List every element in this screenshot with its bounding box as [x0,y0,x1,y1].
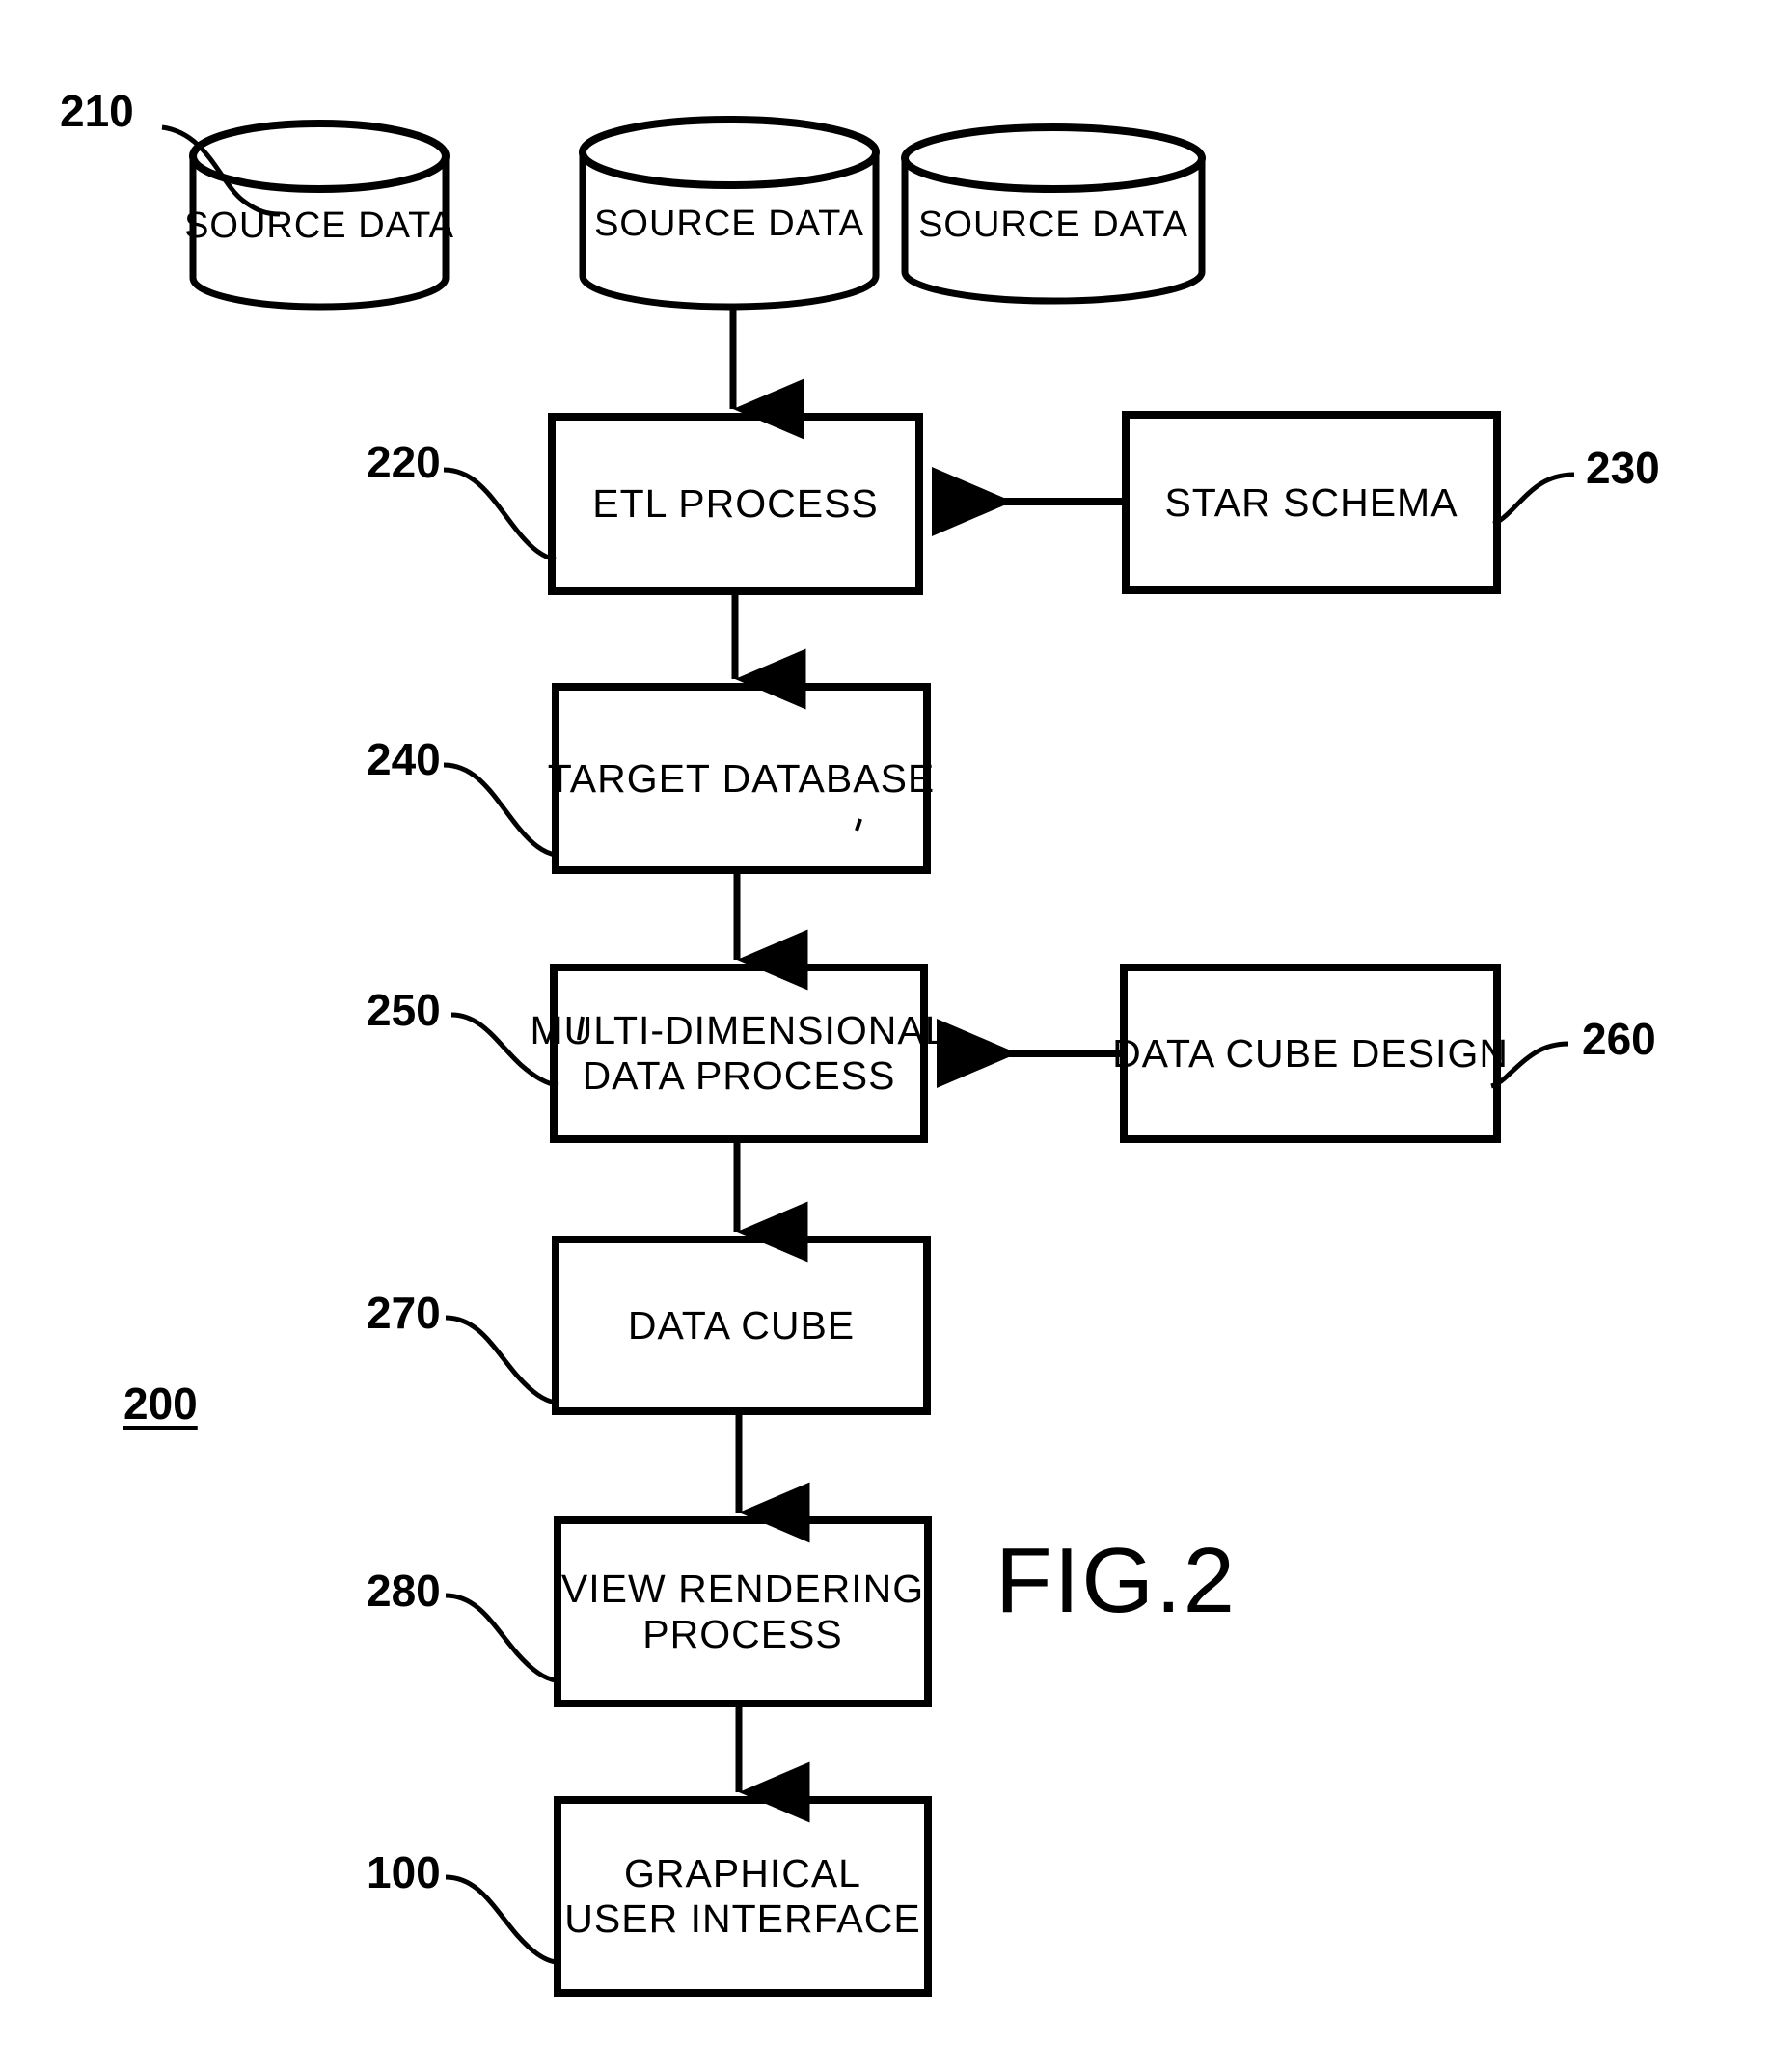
reference-numeral-230: 230 [1586,443,1660,493]
leader-line-240 [443,762,557,858]
source-data-cylinder-3 [901,123,1206,305]
reference-numeral-100: 100 [367,1847,441,1897]
node-star-schema [1122,411,1501,594]
node-graphical-user-interface [554,1796,932,1997]
source-data-cylinder-1 [189,120,450,311]
node-data-cube-design [1120,964,1501,1143]
leader-line-260 [1490,1041,1569,1089]
reference-numeral-260: 260 [1582,1014,1656,1064]
patent-figure-page: SOURCE DATA SOURCE DATA SOURCE DATA ETL … [0,0,1771,2072]
leader-line-280 [445,1593,557,1683]
node-view-rendering-process [554,1516,932,1707]
source-data-cylinder-2 [579,116,880,311]
leader-line-230 [1492,472,1575,527]
node-target-database [552,683,931,874]
leader-line-250 [450,1012,559,1088]
node-data-cube [552,1236,931,1415]
node-etl-process [548,413,923,595]
reference-numeral-220: 220 [367,437,441,487]
reference-numeral-240: 240 [367,734,441,784]
reference-numeral-270: 270 [367,1288,441,1338]
figure-caption: FIG.2 [995,1529,1238,1632]
leader-line-220 [443,467,557,562]
reference-numeral-250: 250 [367,985,441,1035]
reference-numeral-280: 280 [367,1566,441,1616]
node-multi-dimensional-data-process [550,964,928,1143]
leader-line-100 [445,1874,557,1965]
system-reference-number: 200 [123,1378,198,1429]
leader-line-270 [445,1315,557,1405]
reference-numeral-210: 210 [60,86,134,136]
figure-drawing [161,116,1575,1997]
